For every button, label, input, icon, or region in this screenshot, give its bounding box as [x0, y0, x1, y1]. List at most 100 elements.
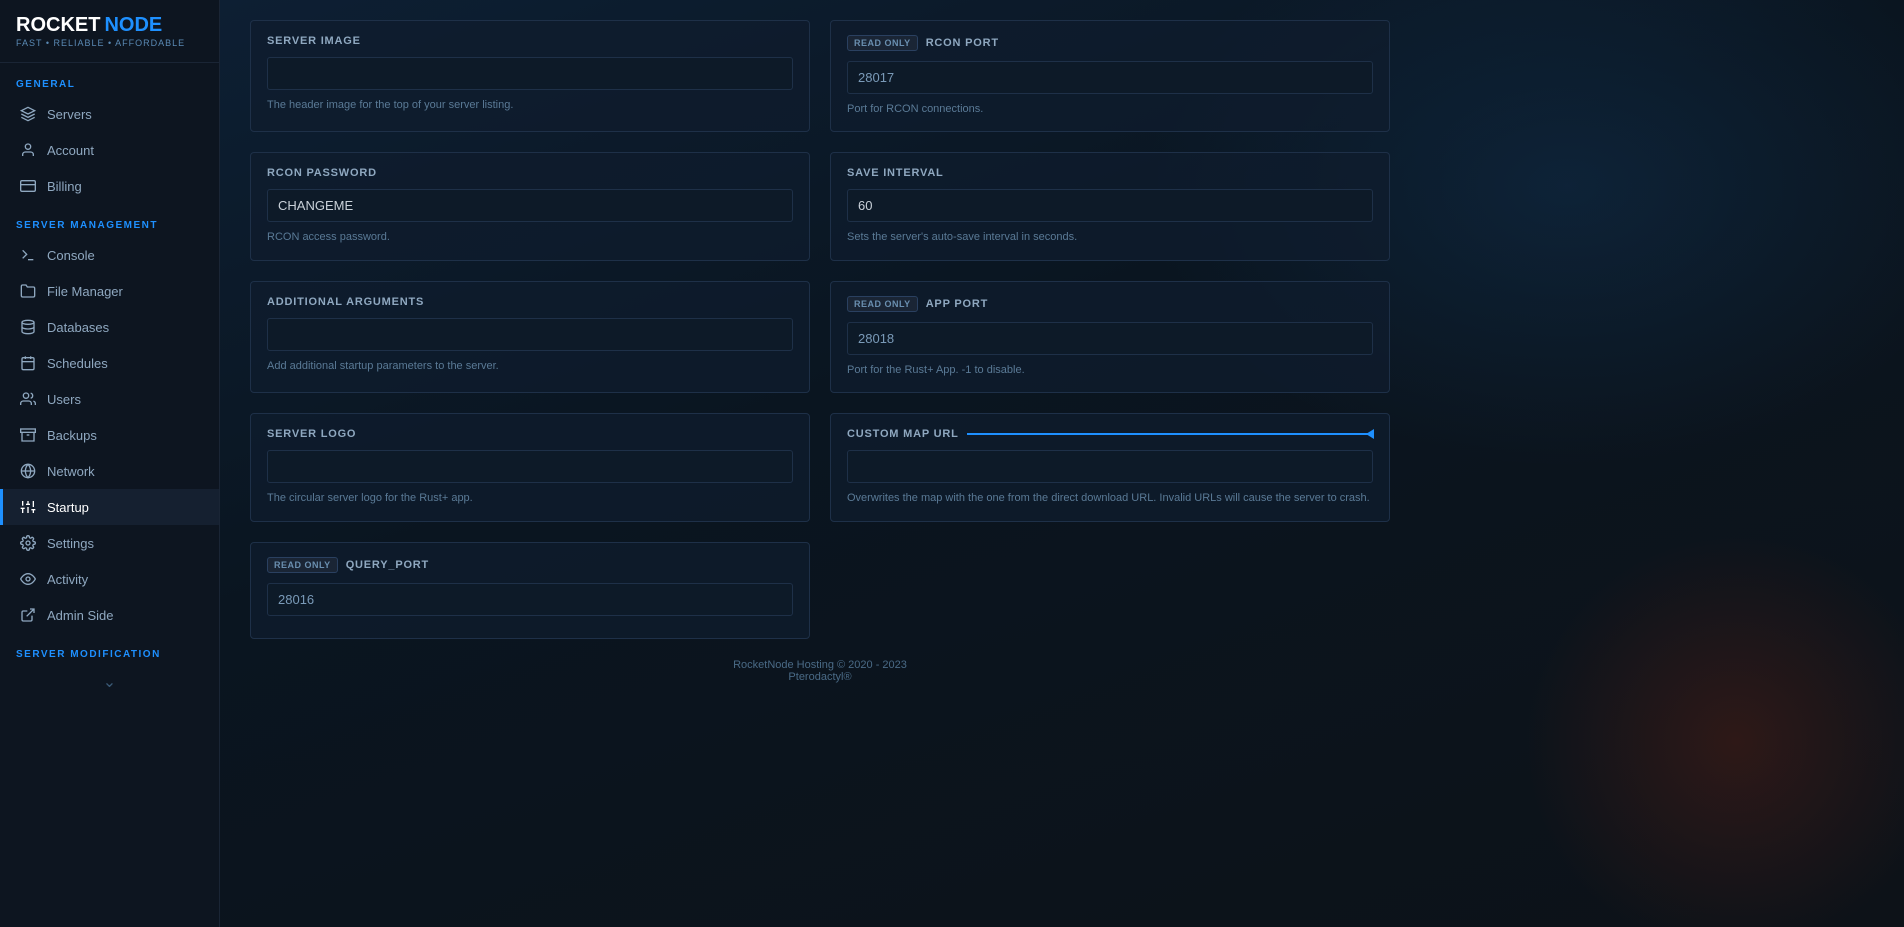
sidebar-label-network: Network	[47, 464, 95, 479]
sidebar-item-settings[interactable]: Settings	[0, 525, 219, 561]
server-image-hint: The header image for the top of your ser…	[267, 98, 793, 113]
sidebar-item-network[interactable]: Network	[0, 453, 219, 489]
sidebar: ROCKETNODE FAST • RELIABLE • AFFORDABLE …	[0, 0, 220, 927]
sidebar-label-admin-side: Admin Side	[47, 608, 113, 623]
query-port-group: READ ONLY QUERY_PORT	[250, 542, 810, 639]
additional-arguments-group: ADDITIONAL ARGUMENTS Add additional star…	[250, 281, 810, 393]
sidebar-item-admin-side[interactable]: Admin Side	[0, 597, 219, 633]
query-port-readonly-badge: READ ONLY	[267, 557, 338, 573]
query-port-input	[267, 583, 793, 616]
custom-map-url-group: CUSTOM MAP URL Overwrites the map with t…	[830, 413, 1390, 521]
save-interval-header: SAVE INTERVAL	[847, 167, 1373, 179]
layers-icon	[19, 105, 37, 123]
eye-icon	[19, 570, 37, 588]
logo-rocket: ROCKET	[16, 14, 100, 37]
rcon-password-label: RCON PASSWORD	[267, 167, 377, 179]
archive-icon	[19, 426, 37, 444]
rcon-port-hint: Port for RCON connections.	[847, 102, 1373, 117]
sidebar-label-users: Users	[47, 392, 81, 407]
sidebar-label-servers: Servers	[47, 107, 92, 122]
additional-arguments-header: ADDITIONAL ARGUMENTS	[267, 296, 793, 308]
sidebar-item-users[interactable]: Users	[0, 381, 219, 417]
app-port-header: READ ONLY APP PORT	[847, 296, 1373, 312]
sidebar-label-settings: Settings	[47, 536, 94, 551]
sidebar-item-servers[interactable]: Servers	[0, 96, 219, 132]
footer-line1: RocketNode Hosting © 2020 - 2023	[270, 659, 1370, 671]
sliders-icon	[19, 498, 37, 516]
server-logo-group: SERVER LOGO The circular server logo for…	[250, 413, 810, 521]
custom-map-url-label: CUSTOM MAP URL	[847, 428, 959, 440]
query-port-label: QUERY_PORT	[346, 559, 429, 571]
custom-map-url-hint: Overwrites the map with the one from the…	[847, 491, 1373, 506]
sidebar-item-databases[interactable]: Databases	[0, 309, 219, 345]
custom-map-url-input[interactable]	[847, 450, 1373, 483]
rcon-password-hint: RCON access password.	[267, 230, 793, 245]
sidebar-item-account[interactable]: Account	[0, 132, 219, 168]
additional-arguments-input[interactable]	[267, 318, 793, 351]
user-icon	[19, 141, 37, 159]
users-icon	[19, 390, 37, 408]
database-icon	[19, 318, 37, 336]
arrow-line	[967, 433, 1373, 435]
row-5: READ ONLY QUERY_PORT	[250, 542, 1390, 639]
general-section-label: GENERAL	[0, 63, 219, 96]
sidebar-label-console: Console	[47, 248, 95, 263]
sidebar-label-file-manager: File Manager	[47, 284, 123, 299]
terminal-icon	[19, 246, 37, 264]
query-port-header: READ ONLY QUERY_PORT	[267, 557, 793, 573]
app-port-hint: Port for the Rust+ App. -1 to disable.	[847, 363, 1373, 378]
sidebar-label-databases: Databases	[47, 320, 109, 335]
rcon-password-group: RCON PASSWORD RCON access password.	[250, 152, 810, 260]
row-2: RCON PASSWORD RCON access password. SAVE…	[250, 152, 1390, 260]
folder-icon	[19, 282, 37, 300]
logo-node: NODE	[104, 14, 162, 37]
save-interval-label: SAVE INTERVAL	[847, 167, 944, 179]
rcon-port-group: READ ONLY RCON PORT Port for RCON connec…	[830, 20, 1390, 132]
logo-tagline: FAST • RELIABLE • AFFORDABLE	[16, 38, 203, 48]
sidebar-item-startup[interactable]: Startup	[0, 489, 219, 525]
additional-arguments-label: ADDITIONAL ARGUMENTS	[267, 296, 424, 308]
sidebar-label-schedules: Schedules	[47, 356, 108, 371]
sidebar-label-activity: Activity	[47, 572, 88, 587]
server-image-group: SERVER IMAGE The header image for the to…	[250, 20, 810, 132]
server-logo-input[interactable]	[267, 450, 793, 483]
sidebar-item-activity[interactable]: Activity	[0, 561, 219, 597]
sidebar-item-billing[interactable]: Billing	[0, 168, 219, 204]
row-3: ADDITIONAL ARGUMENTS Add additional star…	[250, 281, 1390, 393]
row-4: SERVER LOGO The circular server logo for…	[250, 413, 1390, 521]
app-port-readonly-badge: READ ONLY	[847, 296, 918, 312]
rcon-port-input	[847, 61, 1373, 94]
rcon-port-label: RCON PORT	[926, 37, 999, 49]
logo-area: ROCKETNODE FAST • RELIABLE • AFFORDABLE	[0, 0, 219, 63]
sidebar-item-schedules[interactable]: Schedules	[0, 345, 219, 381]
server-management-section-label: SERVER MANAGEMENT	[0, 204, 219, 237]
card-icon	[19, 177, 37, 195]
sidebar-item-file-manager[interactable]: File Manager	[0, 273, 219, 309]
additional-arguments-hint: Add additional startup parameters to the…	[267, 359, 793, 374]
footer: RocketNode Hosting © 2020 - 2023 Pteroda…	[250, 639, 1390, 703]
app-port-label: APP PORT	[926, 298, 988, 310]
content-area: SERVER IMAGE The header image for the to…	[220, 0, 1420, 743]
app-port-input	[847, 322, 1373, 355]
calendar-icon	[19, 354, 37, 372]
server-image-input[interactable]	[267, 57, 793, 90]
save-interval-group: SAVE INTERVAL Sets the server's auto-sav…	[830, 152, 1390, 260]
server-image-header: SERVER IMAGE	[267, 35, 793, 47]
rcon-password-input[interactable]	[267, 189, 793, 222]
rcon-port-readonly-badge: READ ONLY	[847, 35, 918, 51]
sidebar-label-startup: Startup	[47, 500, 89, 515]
main-content: SERVER IMAGE The header image for the to…	[220, 0, 1904, 927]
scroll-down-indicator: ⌄	[0, 666, 219, 698]
row-1: SERVER IMAGE The header image for the to…	[250, 20, 1390, 132]
sidebar-item-console[interactable]: Console	[0, 237, 219, 273]
sidebar-item-backups[interactable]: Backups	[0, 417, 219, 453]
sidebar-label-backups: Backups	[47, 428, 97, 443]
footer-line2: Pterodactyl®	[270, 671, 1370, 683]
save-interval-input[interactable]	[847, 189, 1373, 222]
server-image-label: SERVER IMAGE	[267, 35, 361, 47]
external-icon	[19, 606, 37, 624]
rcon-password-header: RCON PASSWORD	[267, 167, 793, 179]
server-modification-section-label: SERVER MODIFICATION	[0, 633, 219, 666]
sidebar-label-billing: Billing	[47, 179, 82, 194]
sidebar-label-account: Account	[47, 143, 94, 158]
